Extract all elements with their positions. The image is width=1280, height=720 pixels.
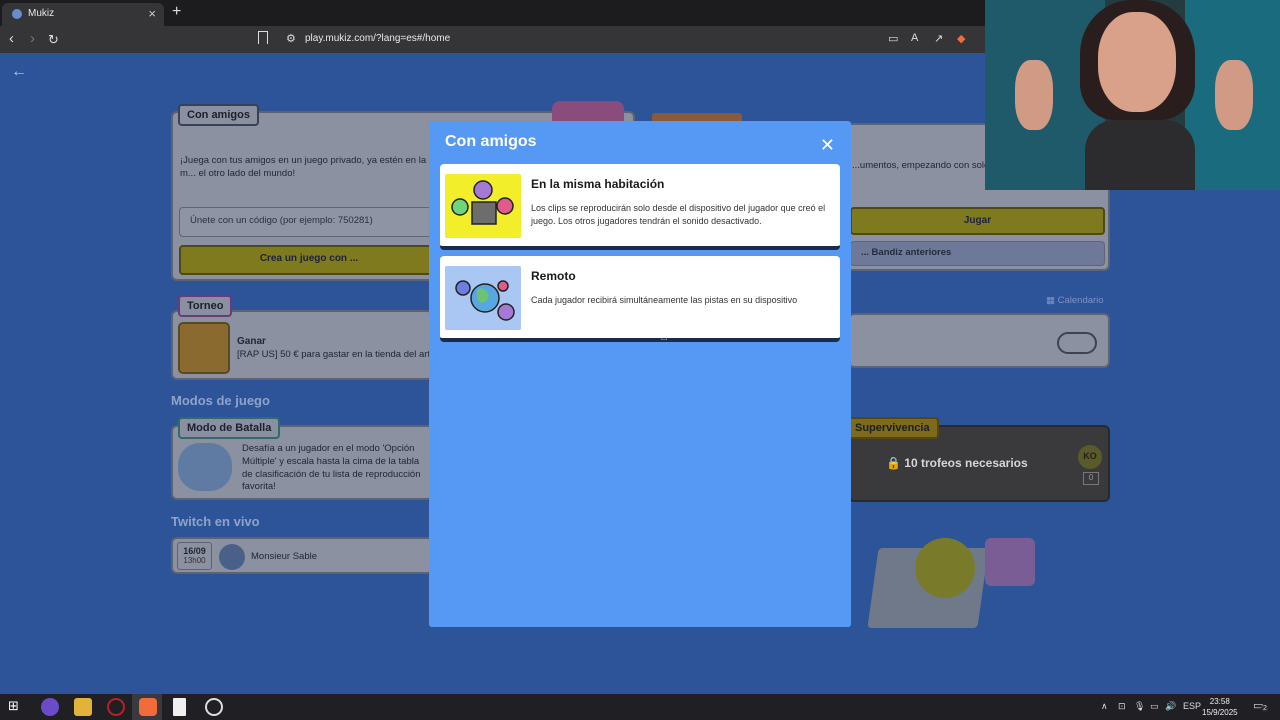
network-icon[interactable]: ▭ xyxy=(1150,701,1159,712)
toggle-switch[interactable] xyxy=(1057,332,1097,354)
game-modes-heading: Modos de juego xyxy=(171,393,270,408)
modal-close-icon[interactable]: ✕ xyxy=(820,135,835,156)
mukiz-favicon-icon xyxy=(12,9,22,19)
survival-lock-label: 🔒 10 trofeos necesarios xyxy=(886,456,1028,470)
tray-app-icon[interactable]: ⊡ xyxy=(1118,701,1126,712)
streamer-name: Monsieur Sable xyxy=(251,551,318,562)
same-room-thumbnail xyxy=(445,174,521,238)
notepad-icon[interactable] xyxy=(173,698,186,716)
windows-start-icon[interactable]: ⊞ xyxy=(8,698,26,716)
remote-thumbnail xyxy=(445,266,521,330)
tournament-card[interactable]: Ganar [RAP US] 50 € para gastar en la ti… xyxy=(171,310,438,380)
system-clock[interactable]: 23:58 15/9/2025 xyxy=(1202,696,1238,718)
same-room-illustration-icon xyxy=(451,180,514,225)
remote-title: Remoto xyxy=(531,269,576,283)
twitch-logo-icon xyxy=(985,538,1035,586)
cast-icon[interactable]: ▭ xyxy=(888,32,898,45)
reload-icon[interactable]: ↻ xyxy=(48,32,59,48)
back-arrow-icon[interactable]: ← xyxy=(11,63,27,81)
battle-mode-text: Desafía a un jugador en el modo 'Opción … xyxy=(242,443,421,493)
tab-title: Mukiz xyxy=(28,8,55,19)
translate-icon[interactable]: A xyxy=(911,32,918,44)
same-room-option[interactable]: En la misma habitación Los clips se repr… xyxy=(440,164,840,249)
browser-tab[interactable]: Mukiz × xyxy=(2,3,164,26)
remote-option[interactable]: Remoto Cada jugador recibirá simultáneam… xyxy=(440,256,840,341)
opera-icon[interactable] xyxy=(107,698,125,716)
tournament-text: [RAP US] 50 € para gastar en la tienda d… xyxy=(237,349,439,360)
calendar-label: Calendario xyxy=(1057,295,1104,306)
microphone-icon[interactable]: 🎙 xyxy=(1134,701,1145,712)
survival-badge: Supervivencia xyxy=(846,417,939,439)
play-button[interactable]: Jugar xyxy=(850,207,1105,235)
remote-description: Cada jugador recibirá simultáneamente la… xyxy=(531,295,798,305)
stream-date-box: 16/09 13h00 xyxy=(177,542,212,570)
webcam-overlay xyxy=(985,0,1280,190)
brave-browser-icon[interactable] xyxy=(139,698,157,716)
friends-description: ¡Juega con tus amigos en un juego privad… xyxy=(180,155,427,179)
survival-counter: 0 xyxy=(1083,472,1099,485)
hand-cursor-icon: ☝ xyxy=(660,328,668,343)
forward-icon[interactable]: › xyxy=(30,30,35,47)
file-explorer-icon[interactable] xyxy=(74,698,92,716)
language-indicator[interactable]: ESP xyxy=(1183,701,1201,711)
webcam-right-hand xyxy=(1215,60,1253,130)
site-settings-icon[interactable]: ⚙ xyxy=(286,32,296,45)
brave-shields-icon[interactable]: ◆ xyxy=(957,32,965,45)
solo-card-text: ...umentos, empezando con solo xyxy=(852,160,990,171)
tournament-title: Ganar xyxy=(237,336,266,347)
streamer-avatar xyxy=(219,544,245,570)
battle-mode-badge: Modo de Batalla xyxy=(178,417,281,439)
bookmark-icon[interactable] xyxy=(258,31,268,44)
address-bar[interactable]: play.mukiz.com/?lang=es#/home xyxy=(305,33,450,44)
join-code-input[interactable]: Únete con un código (por ejemplo: 750281… xyxy=(179,207,439,237)
mascot-decoration xyxy=(552,101,624,123)
twitch-stream-card[interactable]: 16/09 13h00 Monsieur Sable xyxy=(171,537,433,574)
notification-count: 2 xyxy=(1261,705,1269,712)
os-taskbar: ⊞ ∧ ⊡ 🎙 ▭ 🔊 ESP 23:58 15/9/2025 ▭ 2 xyxy=(0,694,1280,720)
volume-icon[interactable]: 🔊 xyxy=(1165,701,1176,712)
tournament-badge: Torneo xyxy=(178,295,233,317)
clock-time: 23:58 xyxy=(1209,697,1230,706)
stream-date: 16/09 xyxy=(183,546,206,556)
friends-badge: Con amigos xyxy=(178,104,259,126)
same-room-description: Los clips se reproducirán solo desde el … xyxy=(531,203,826,226)
clock-date: 15/9/2025 xyxy=(1202,708,1238,718)
tournament-right-card xyxy=(848,313,1110,368)
webcam-face xyxy=(1098,12,1176,112)
share-icon[interactable]: ↗ xyxy=(934,32,943,45)
ko-icon: KO xyxy=(1078,445,1102,469)
new-tab-icon[interactable]: + xyxy=(172,3,181,21)
modal-title: Con amigos xyxy=(445,133,537,150)
battle-mascot-icon xyxy=(178,443,232,491)
app-icon-purple[interactable] xyxy=(41,698,59,716)
back-icon[interactable]: ‹ xyxy=(9,30,14,47)
stream-time: 13h00 xyxy=(183,556,206,565)
same-room-title: En la misma habitación xyxy=(531,177,665,191)
mascot-illustration xyxy=(915,538,975,598)
obs-icon[interactable] xyxy=(205,698,223,716)
webcam-shirt xyxy=(1085,120,1195,190)
tray-chevron-icon[interactable]: ∧ xyxy=(1101,701,1108,712)
friends-modal: Con amigos ✕ En la misma habitación Los … xyxy=(429,121,851,627)
calendar-link[interactable]: ▦ Calendario xyxy=(1046,295,1104,306)
twitch-heading: Twitch en vivo xyxy=(171,514,260,529)
tab-close-icon[interactable]: × xyxy=(148,6,156,21)
previous-button[interactable]: ... Bandiz anteriores xyxy=(850,241,1105,266)
calendar-icon: ▦ xyxy=(1046,295,1055,306)
crown-icon xyxy=(178,322,230,374)
webcam-left-hand xyxy=(1015,60,1053,130)
remote-illustration-icon xyxy=(455,280,515,321)
lock-icon: 🔒 xyxy=(886,456,901,470)
create-game-button[interactable]: Crea un juego con ... xyxy=(179,245,439,275)
